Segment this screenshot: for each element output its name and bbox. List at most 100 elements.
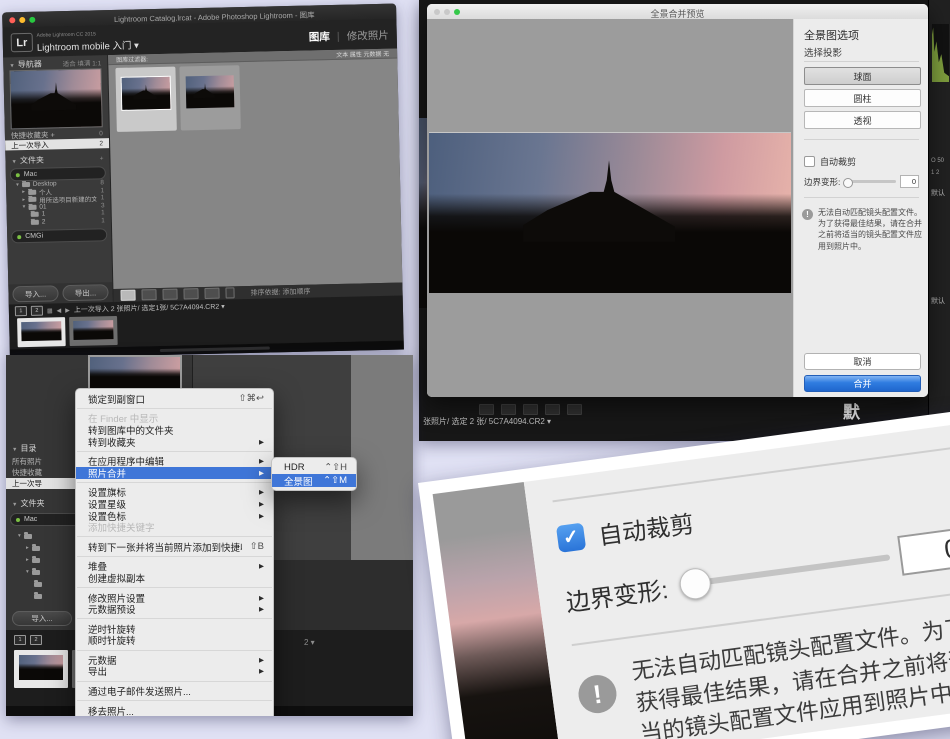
submenu-item-hdr[interactable]: HDR ⌃⇧H (272, 461, 356, 474)
main-window-icon[interactable]: 1 (14, 635, 26, 645)
menu-item-create-virtual-copy[interactable]: 创建虚拟副本 (76, 572, 273, 585)
main-window-icon[interactable]: 1 (14, 306, 28, 317)
folder-row[interactable] (28, 579, 51, 589)
filter-bar-label: 图库过滤器: (116, 57, 148, 64)
disclosure-triangle-icon[interactable]: ▾ (18, 533, 21, 539)
menu-item-metadata-presets[interactable]: 元数据预设 ▶ (76, 603, 273, 616)
panel-label-fragment: 默 (843, 403, 860, 422)
boundary-warp-value[interactable]: 0 (897, 526, 950, 576)
projection-cylindrical-button[interactable]: 圆柱 (804, 89, 921, 107)
menu-item-add-to-quick-collection-and-next[interactable]: 转到下一张并将当前照片添加到快捷收藏夹⇧B (76, 541, 273, 554)
disclosure-triangle-icon[interactable]: ▸ (22, 197, 25, 203)
disclosure-triangle-icon[interactable]: ▾ (16, 182, 19, 188)
disclosure-triangle-icon[interactable]: ▾ (22, 204, 25, 210)
disclosure-triangle-icon[interactable]: ▸ (26, 545, 29, 551)
grid-cell-selected[interactable] (115, 66, 177, 132)
disclosure-triangle-icon[interactable]: ▾ (26, 569, 29, 575)
close-icon[interactable] (9, 16, 16, 23)
grid-view-area: 图库过滤器: 文本 属性 元数据 无 (108, 48, 403, 290)
forward-arrow-icon[interactable]: ▶ (65, 307, 70, 314)
submenu-arrow-icon: ▶ (259, 438, 264, 446)
folder-row[interactable]: ▸ (20, 543, 49, 553)
navigator-header[interactable]: ▼ 导航器 适合 填满 1:1 (3, 57, 107, 69)
auto-crop-checkbox[interactable] (804, 156, 815, 167)
volume-browser-cmgi[interactable]: CMGi (11, 228, 108, 244)
grid-view-icon[interactable] (120, 289, 136, 301)
folder-row-2[interactable]: 2 1 (7, 217, 111, 227)
menu-item-go-to-collection[interactable]: 转到收藏夹 ▶ (76, 436, 273, 449)
filter-bar-options[interactable]: 文本 属性 元数据 无 (336, 49, 389, 59)
disclosure-triangle-icon: ▼ (12, 501, 18, 508)
exif-fragment: O 50 (931, 158, 945, 164)
boundary-warp-slider[interactable] (677, 554, 891, 602)
folder-row[interactable]: ▾ (12, 531, 41, 541)
export-button[interactable]: 导出... (62, 284, 109, 302)
library-screenshot: Lightroom Catalog.lrcat - Adobe Photosho… (2, 3, 404, 359)
loupe-view-icon[interactable] (141, 289, 157, 301)
grid-cell-selected-secondary[interactable] (179, 65, 241, 131)
boundary-warp-slider[interactable] (843, 177, 896, 188)
filmstrip-thumb[interactable] (69, 315, 118, 347)
minimize-icon[interactable] (19, 16, 26, 23)
folder-row[interactable]: ▾ (20, 567, 49, 577)
slider-knob[interactable] (843, 177, 854, 188)
menu-item-photo-merge[interactable]: 照片合并 ▶ (76, 466, 273, 480)
warning-icon: ! (576, 672, 619, 716)
menu-separator (77, 587, 272, 589)
projection-spherical-button[interactable]: 球面 (804, 67, 921, 85)
menu-item-remove-photo[interactable]: 移去照片... (76, 705, 273, 716)
divider (804, 139, 919, 140)
disclosure-triangle-icon[interactable]: ▸ (26, 557, 29, 563)
pano-merge-dialog: 全景合并预览 全景图选项 选择投影 球面 圆柱 透视 自动裁剪 边界变形: 0 … (427, 4, 928, 397)
folders-header[interactable]: ▼ 文件夹 + (5, 153, 109, 165)
boundary-warp-label: 边界变形: (804, 176, 841, 187)
module-divider (337, 31, 339, 42)
second-window-icon[interactable]: 2 (30, 305, 44, 316)
identity-plate[interactable]: Lightroom mobile 入门 ▾ (37, 37, 139, 53)
import-button[interactable]: 导入... (12, 285, 59, 303)
people-view-icon[interactable] (204, 287, 220, 299)
second-window-icon[interactable]: 2 (30, 635, 42, 645)
merge-button[interactable]: 合并 (804, 375, 921, 392)
menu-item-lock-second-window[interactable]: 锁定到副窗口 ⇧⌘↩ (76, 393, 273, 406)
grid-shortcut-icon[interactable]: ▦ (47, 307, 53, 314)
compare-view-icon[interactable] (162, 288, 178, 300)
zoom-icon[interactable] (29, 16, 36, 23)
disclosure-triangle-icon: ▼ (9, 62, 15, 69)
filmstrip-thumb-selected[interactable] (17, 317, 66, 348)
filmstrip-info[interactable]: 上一次导入 2 张照片/ 选定1张/ 5C7A4094.CR2 ▾ (74, 302, 225, 315)
filmstrip-source-indicator[interactable]: 2 ▾ (304, 638, 315, 647)
survey-view-icon[interactable] (183, 288, 199, 300)
submenu-arrow-icon: ▶ (259, 668, 264, 676)
cancel-button[interactable]: 取消 (804, 353, 921, 370)
module-tab-library[interactable]: 图库 (309, 29, 330, 44)
auto-crop-checkbox[interactable]: ✓ (555, 522, 587, 553)
panel-default-label: 默认 (931, 298, 945, 305)
back-arrow-icon[interactable]: ◀ (56, 307, 62, 314)
auto-crop-row: 自动裁剪 (804, 155, 856, 168)
module-tab-develop[interactable]: 修改照片 (347, 28, 389, 44)
menu-item-email-photo[interactable]: 通过电子邮件发送照片... (76, 685, 273, 698)
folder-row[interactable] (28, 591, 51, 601)
scrollbar-thumb[interactable] (159, 346, 270, 353)
import-button[interactable]: 导入... (12, 611, 72, 626)
slider-knob[interactable] (677, 566, 713, 602)
folder-row[interactable]: ▸ (20, 555, 49, 565)
sidebar-item-previous-import[interactable]: 上一次导入 2 (5, 138, 110, 151)
navigator-zoom-levels[interactable]: 适合 填满 1:1 (63, 57, 102, 68)
menu-separator (77, 680, 272, 682)
boundary-warp-value[interactable]: 0 (900, 175, 919, 188)
sort-direction-label[interactable]: 排序依据: 添加顺序 (250, 286, 310, 297)
submenu-item-panorama[interactable]: 全景图 ⌃⇧M (272, 474, 356, 488)
menu-item-export[interactable]: 导出 ▶ (76, 666, 273, 678)
submenu-arrow-icon: ▶ (259, 512, 264, 520)
dialog-titlebar[interactable]: 全景合并预览 (427, 4, 928, 20)
add-folder-button[interactable]: + (100, 155, 104, 162)
disclosure-triangle-icon[interactable]: ▸ (22, 189, 25, 195)
lr-logo: Lr (10, 32, 34, 53)
filmstrip-thumb-selected[interactable] (14, 650, 68, 688)
menu-item-rotate-right[interactable]: 顺时针旋转 (76, 635, 273, 647)
painter-icon[interactable] (225, 287, 235, 299)
boundary-warp-label: 边界变形: (564, 576, 670, 617)
projection-perspective-button[interactable]: 透视 (804, 111, 921, 129)
